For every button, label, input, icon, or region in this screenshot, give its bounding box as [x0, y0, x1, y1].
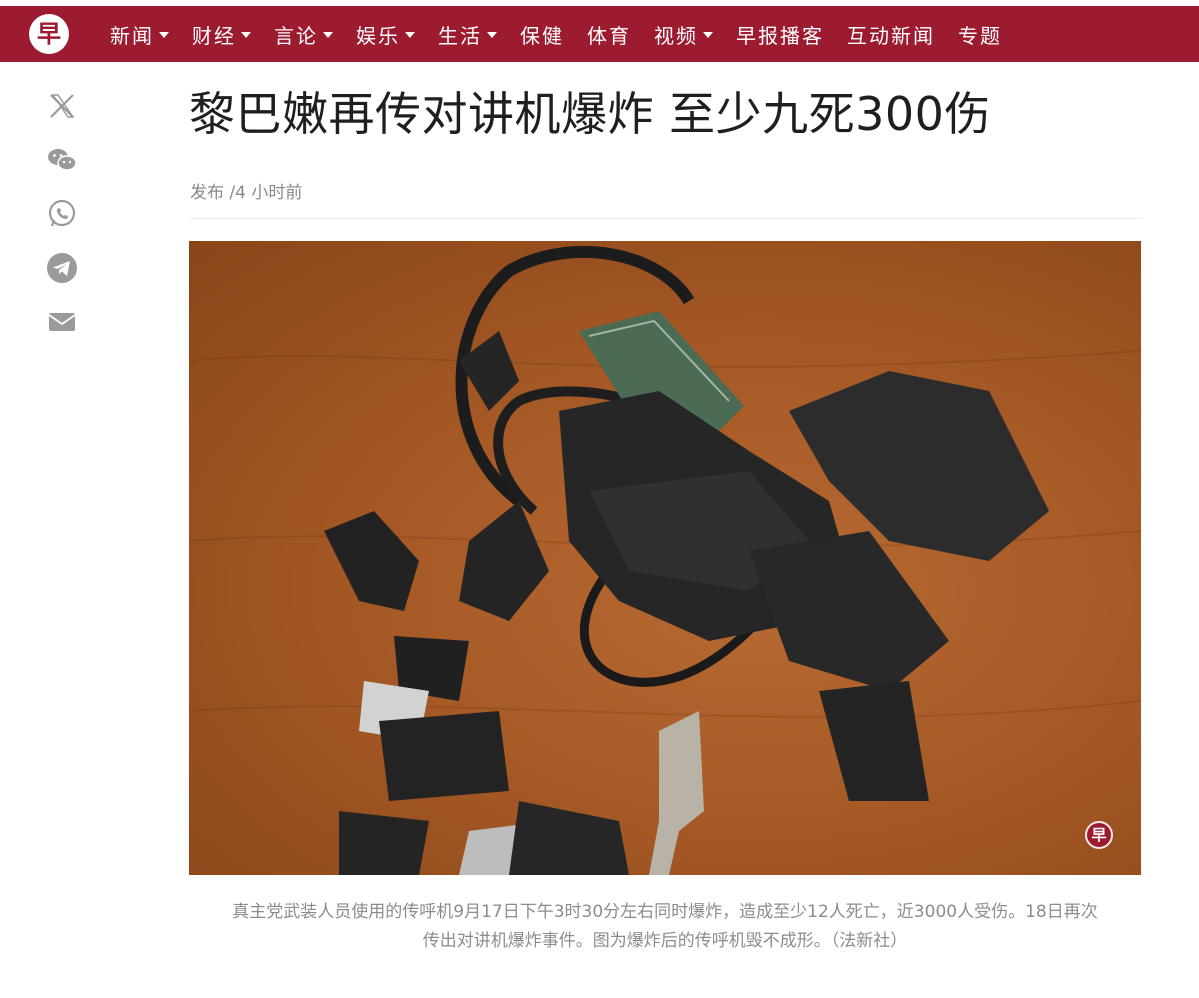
nav-item-podcast[interactable]: 早报播客 — [736, 20, 824, 49]
nav-item-label: 言论 — [274, 23, 318, 48]
chevron-down-icon — [323, 32, 333, 38]
nav-item-entertainment[interactable]: 娱乐 — [356, 20, 415, 49]
nav-item-finance[interactable]: 财经 — [192, 20, 251, 49]
article-headline: 黎巴嫩再传对讲机爆炸 至少九死300伤 — [189, 87, 991, 141]
article-byline: 发布 /4 小时前 — [190, 183, 303, 203]
nav-item-video[interactable]: 视频 — [654, 20, 713, 49]
nav-item-specials[interactable]: 专题 — [958, 20, 1002, 49]
nav-item-label: 视频 — [654, 23, 698, 48]
caption-line: 传出对讲机爆炸事件。图为爆炸后的传呼机毁不成形。（法新社） — [422, 931, 908, 951]
nav-item-label: 保健 — [520, 23, 564, 48]
wechat-icon[interactable] — [46, 144, 78, 176]
watermark-logo: 早 — [1085, 821, 1113, 849]
email-icon[interactable] — [46, 306, 78, 338]
telegram-icon[interactable] — [46, 252, 78, 284]
nav-item-label: 新闻 — [110, 23, 154, 48]
nav-item-opinion[interactable]: 言论 — [274, 20, 333, 49]
chevron-down-icon — [487, 32, 497, 38]
nav-item-health[interactable]: 保健 — [520, 20, 564, 49]
watermark-glyph: 早 — [1091, 825, 1107, 844]
chevron-down-icon — [241, 32, 251, 38]
chevron-down-icon — [405, 32, 415, 38]
share-bar — [46, 90, 78, 360]
x-icon[interactable] — [46, 90, 78, 122]
main-nav: 新闻 财经 言论 娱乐 生活 保健 体育 视频 早报播客 互动新闻 专题 — [110, 6, 1025, 62]
nav-item-interactive[interactable]: 互动新闻 — [847, 20, 935, 49]
top-nav-bar: 早 新闻 财经 言论 娱乐 生活 保健 体育 视频 早报播客 互动新闻 专题 — [0, 6, 1199, 62]
nav-item-label: 生活 — [438, 23, 482, 48]
chevron-down-icon — [703, 32, 713, 38]
nav-item-label: 娱乐 — [356, 23, 400, 48]
whatsapp-icon[interactable] — [46, 198, 78, 230]
article-photo[interactable]: 早 — [189, 241, 1141, 875]
photo-caption: 真主党武装人员使用的传呼机9月17日下午3时30分左右同时爆炸，造成至少12人死… — [189, 898, 1141, 956]
caption-line: 真主党武装人员使用的传呼机9月17日下午3时30分左右同时爆炸，造成至少12人死… — [232, 902, 1098, 922]
nav-item-lifestyle[interactable]: 生活 — [438, 20, 497, 49]
divider — [189, 218, 1141, 219]
nav-item-sports[interactable]: 体育 — [587, 20, 631, 49]
nav-item-label: 互动新闻 — [847, 23, 935, 48]
nav-item-label: 早报播客 — [736, 23, 824, 48]
photo-debris-illustration — [189, 246, 1141, 875]
chevron-down-icon — [159, 32, 169, 38]
nav-item-label: 财经 — [192, 23, 236, 48]
nav-item-label: 专题 — [958, 23, 1002, 48]
logo-glyph: 早 — [37, 20, 61, 48]
site-logo[interactable]: 早 — [29, 14, 69, 54]
nav-item-news[interactable]: 新闻 — [110, 20, 169, 49]
nav-item-label: 体育 — [587, 23, 631, 48]
